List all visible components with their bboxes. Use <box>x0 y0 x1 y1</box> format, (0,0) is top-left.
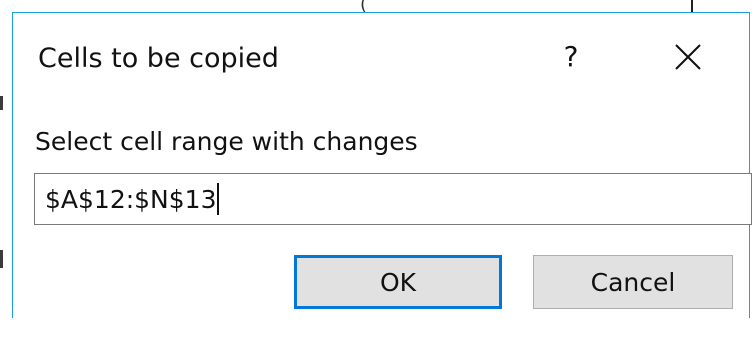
cells-to-be-copied-dialog: Cells to be copied ? Select cell range w… <box>12 12 752 318</box>
screenshot-root: ( Cells to be copied ? Select cell range… <box>0 0 752 338</box>
ok-button[interactable]: OK <box>294 255 502 309</box>
text-caret <box>217 183 220 215</box>
range-prompt-label: Select cell range with changes <box>35 127 418 156</box>
worksheet-edge-mark <box>0 96 3 110</box>
cell-range-value: $A$12:$N$13 <box>45 184 217 214</box>
cell-range-input[interactable]: $A$12:$N$13 <box>34 173 752 225</box>
close-icon <box>675 44 701 70</box>
help-button[interactable]: ? <box>551 35 591 79</box>
cancel-button[interactable]: Cancel <box>533 255 733 309</box>
close-button[interactable] <box>663 35 713 79</box>
worksheet-edge-mark <box>0 250 3 268</box>
dialog-title: Cells to be copied <box>38 43 279 74</box>
